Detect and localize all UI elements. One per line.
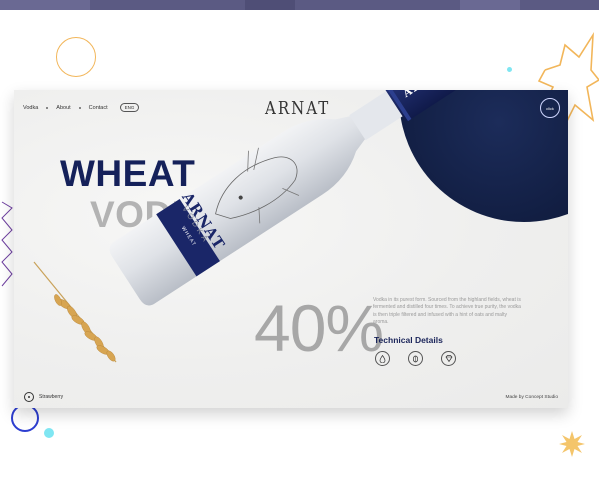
orange-ring-decoration [56, 37, 96, 77]
cyan-dot-decoration [44, 428, 54, 438]
technical-details-icons [375, 351, 456, 366]
studio-credit: Made by Concept Studio [505, 395, 558, 400]
nav-item-about[interactable]: About [56, 105, 70, 111]
hero-card: Vodka About Contact ENG ARNAT click WHEA… [14, 90, 568, 408]
top-navigation: Vodka About Contact ENG [23, 103, 140, 112]
technical-details-heading[interactable]: Technical Details [374, 335, 443, 345]
top-strip-segment [460, 0, 520, 10]
flavor-toggle-icon[interactable] [24, 392, 34, 402]
cyan-small-dot-decoration [507, 67, 512, 72]
click-button[interactable]: click [540, 98, 560, 118]
top-strip [0, 0, 599, 10]
blue-ring-decoration [11, 404, 39, 432]
language-switch[interactable]: ENG [119, 103, 140, 112]
nav-item-vodka[interactable]: Vodka [23, 105, 38, 111]
abv-percent: 40% [254, 291, 384, 365]
flavor-label[interactable]: Strawberry [39, 394, 63, 400]
flavor-selector[interactable]: Strawberry [24, 392, 63, 402]
nav-separator [78, 106, 81, 109]
nav-item-contact[interactable]: Contact [89, 105, 108, 111]
product-description: Vodka in its purest form. Sourced from t… [373, 297, 521, 325]
drop-icon[interactable] [375, 351, 390, 366]
top-strip-segment [0, 0, 90, 10]
grain-icon[interactable] [408, 351, 423, 366]
wheat-ear-image [33, 261, 117, 363]
nav-separator [46, 106, 49, 109]
diamond-icon[interactable] [441, 351, 456, 366]
top-strip-segment [245, 0, 295, 10]
orange-star-decoration [559, 431, 585, 457]
